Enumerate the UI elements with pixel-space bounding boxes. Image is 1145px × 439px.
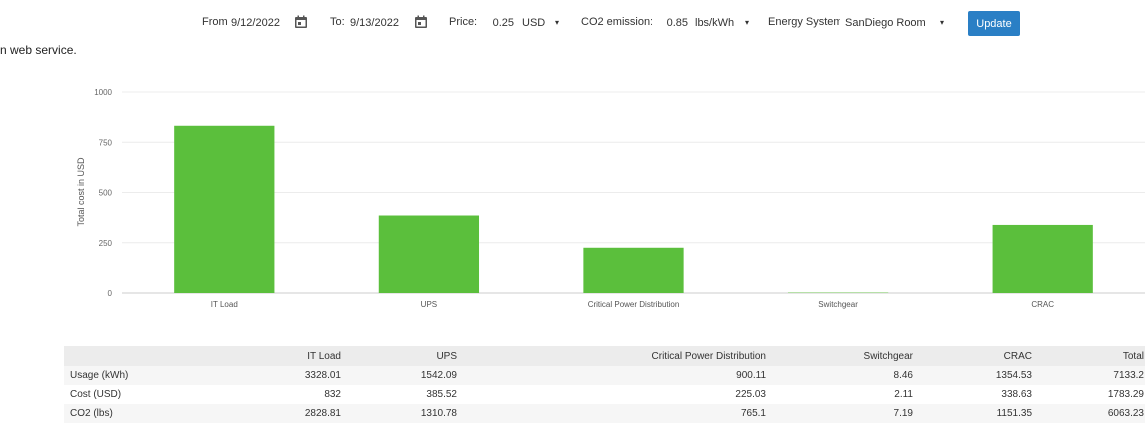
table-header-cell: Critical Power Distribution xyxy=(651,350,766,362)
table-cell: 832 xyxy=(324,389,341,400)
y-tick-label: 750 xyxy=(99,138,113,147)
table-cell: 3328.01 xyxy=(304,370,341,381)
table-header-cell: CRAC xyxy=(1003,350,1032,362)
table-cell: 1151.35 xyxy=(996,408,1032,419)
table-header-cell: UPS xyxy=(436,350,457,362)
table-row: Cost (USD) 832 385.52 225.03 2.11 338.63… xyxy=(64,385,1145,404)
y-axis-label: Total cost in USD xyxy=(76,157,86,227)
table-cell: 2828.81 xyxy=(304,408,341,419)
y-tick-label: 250 xyxy=(99,239,113,248)
x-tick-label: Critical Power Distribution xyxy=(588,300,680,309)
table-header-cell xyxy=(64,346,164,366)
table-header-row: IT Load UPS Critical Power Distribution … xyxy=(64,346,1145,366)
bar[interactable] xyxy=(583,247,684,293)
table-row: CO2 (lbs) 2828.81 1310.78 765.1 7.19 115… xyxy=(64,404,1145,423)
bar[interactable] xyxy=(378,215,480,293)
table-cell: 6063.23 xyxy=(1107,408,1144,419)
table-row: Usage (kWh) 3328.01 1542.09 900.11 8.46 … xyxy=(64,366,1145,385)
table-cell: 1310.78 xyxy=(420,408,457,419)
table-cell: 765.1 xyxy=(740,408,766,419)
x-tick-label: CRAC xyxy=(1031,300,1054,309)
bar[interactable] xyxy=(992,224,1093,293)
y-tick-label: 0 xyxy=(108,289,113,298)
bar[interactable] xyxy=(174,125,275,293)
x-axis-ticks: IT Load UPS Critical Power Distribution Swi… xyxy=(211,300,1054,309)
table-cell: 1354.53 xyxy=(995,370,1032,381)
table-cell: 8.46 xyxy=(893,370,913,381)
table-cell: 1783.29 xyxy=(1107,389,1144,400)
row-label: Cost (USD) xyxy=(70,389,122,400)
table-cell: 2.11 xyxy=(894,389,913,400)
row-label: CO2 (lbs) xyxy=(70,408,113,419)
table-cell: 7133.2 xyxy=(1113,370,1144,381)
chart-bars xyxy=(174,125,1093,293)
table-cell: 225.03 xyxy=(735,389,766,400)
row-label: Usage (kWh) xyxy=(70,370,129,381)
y-tick-label: 1000 xyxy=(94,88,112,97)
y-tick-label: 500 xyxy=(99,189,113,198)
table-header-cell: Switchgear xyxy=(863,350,913,362)
energy-summary-table: IT Load UPS Critical Power Distribution … xyxy=(64,346,1145,423)
x-tick-label: IT Load xyxy=(211,300,238,309)
x-tick-label: UPS xyxy=(421,300,437,309)
table-cell: 7.19 xyxy=(893,408,913,419)
table-cell: 385.52 xyxy=(426,389,457,400)
table-cell: 1542.09 xyxy=(420,370,457,381)
x-tick-label: Switchgear xyxy=(818,300,858,309)
table-header-cell: Total xyxy=(1122,350,1144,362)
table-header-cell: IT Load xyxy=(307,350,341,362)
table-cell: 338.63 xyxy=(1001,389,1032,400)
y-axis-ticks: 0 250 500 750 1000 xyxy=(94,88,112,298)
cost-bar-chart: 0 250 500 750 1000 IT Load UPS Critical Power … xyxy=(76,88,1145,309)
table-cell: 900.11 xyxy=(736,370,766,381)
